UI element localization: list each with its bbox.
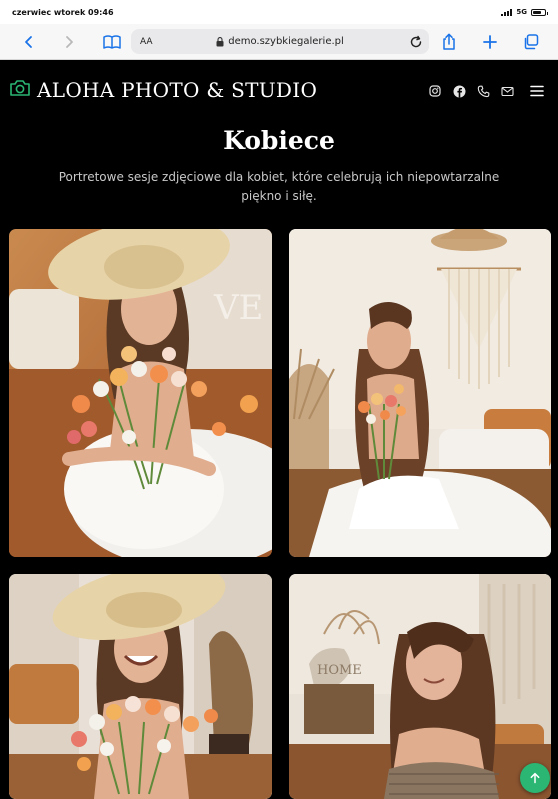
tabs-overview-icon[interactable]: [519, 30, 543, 54]
forward-icon[interactable]: [57, 30, 81, 54]
battery-icon: [531, 8, 548, 16]
browser-toolbar: AA demo.szybkiegalerie.pl: [0, 24, 558, 60]
share-icon[interactable]: [437, 30, 461, 54]
menu-icon[interactable]: [530, 84, 544, 98]
new-tab-icon[interactable]: [478, 30, 502, 54]
arrow-up-icon: [529, 769, 541, 788]
bookmarks-icon[interactable]: [100, 30, 124, 54]
network-label: 5G: [516, 8, 527, 16]
gallery-photo-2[interactable]: [289, 229, 551, 557]
page-title: Kobiece: [223, 126, 335, 155]
gallery-photo-4[interactable]: HOME: [289, 574, 551, 799]
status-bar: czerwiec wtorek 09:46 5G: [0, 0, 558, 24]
instagram-icon[interactable]: [428, 84, 442, 98]
gallery-photo-3[interactable]: [9, 574, 272, 799]
address-bar[interactable]: AA demo.szybkiegalerie.pl: [131, 29, 429, 54]
facebook-icon[interactable]: [452, 84, 466, 98]
mail-icon[interactable]: [500, 84, 514, 98]
site-logo[interactable]: ALOHA PHOTO & STUDIO: [9, 78, 317, 102]
scroll-to-top-button[interactable]: [520, 763, 550, 793]
website: ALOHA PHOTO & STUDIO Kobiece Portretowe …: [0, 60, 558, 799]
gallery-photo-1[interactable]: VE: [9, 229, 272, 557]
reload-icon[interactable]: [409, 34, 423, 53]
page-description: Portretowe sesje zdjęciowe dla kobiet, k…: [58, 170, 500, 203]
back-icon[interactable]: [17, 30, 41, 54]
phone-icon[interactable]: [476, 84, 490, 98]
site-header: ALOHA PHOTO & STUDIO: [0, 60, 558, 122]
brand-name: ALOHA PHOTO & STUDIO: [37, 78, 318, 102]
status-indicators: 5G: [501, 8, 548, 16]
svg-text:HOME: HOME: [317, 663, 362, 678]
signal-icon: [501, 8, 513, 16]
url-text: demo.szybkiegalerie.pl: [228, 36, 344, 47]
svg-text:VE: VE: [213, 288, 263, 328]
status-datetime: czerwiec wtorek 09:46: [12, 7, 114, 17]
lock-icon: [216, 32, 224, 51]
social-links: [428, 84, 544, 98]
camera-icon: [9, 79, 31, 101]
